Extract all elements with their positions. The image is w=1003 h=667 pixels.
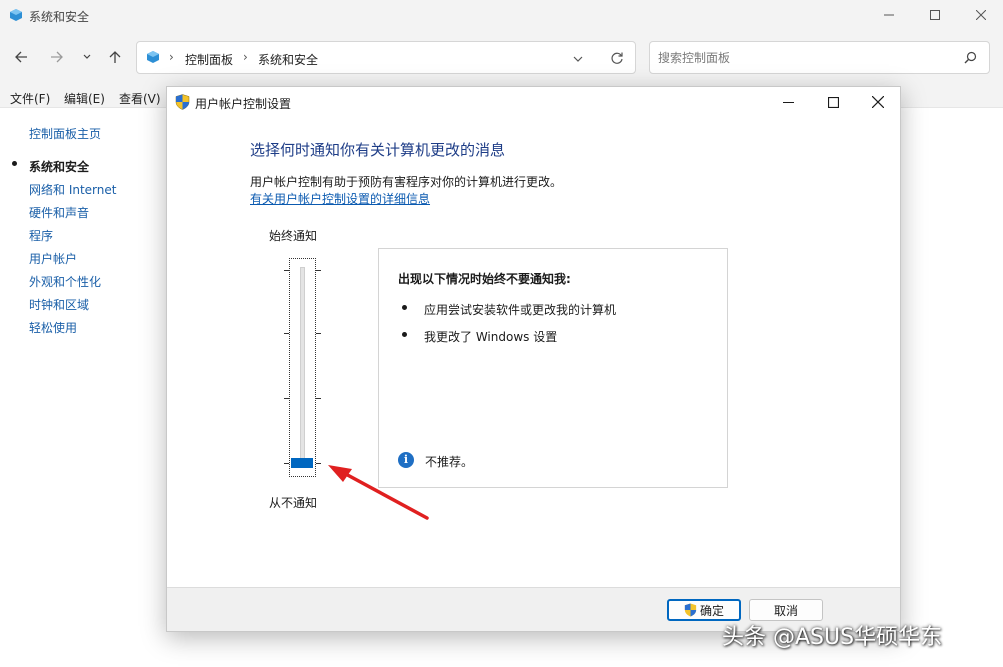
bullet-icon — [402, 305, 407, 310]
dialog-heading: 选择何时通知你有关计算机更改的消息 — [250, 141, 506, 159]
ok-button-label: 确定 — [699, 603, 724, 618]
search-input[interactable] — [658, 49, 948, 67]
slider-tick — [316, 398, 321, 399]
close-icon — [872, 96, 884, 108]
search-icon — [964, 51, 977, 64]
uac-shield-icon — [175, 94, 190, 113]
info-icon: i — [398, 452, 414, 468]
sidebar-item-home[interactable]: 控制面板主页 — [29, 125, 101, 142]
refresh-button[interactable] — [610, 51, 624, 68]
setting-description-box: 出现以下情况时始终不要通知我: 应用尝试安装软件或更改我的计算机 我更改了 Wi… — [378, 248, 728, 488]
slider-tick — [284, 333, 289, 334]
setting-title: 出现以下情况时始终不要通知我: — [398, 272, 571, 286]
arrow-right-icon — [51, 51, 63, 63]
slider-tick — [284, 398, 289, 399]
window-title: 系统和安全 — [29, 10, 90, 24]
arrow-up-icon — [109, 51, 121, 63]
not-recommended-note: 不推荐。 — [425, 455, 474, 469]
minimize-button[interactable] — [866, 0, 912, 30]
setting-item: 我更改了 Windows 设置 — [424, 330, 558, 344]
dialog-titlebar: 用户帐户控制设置 — [167, 87, 900, 117]
recent-locations-button[interactable] — [76, 46, 98, 68]
sidebar: 控制面板主页 系统和安全 网络和 Internet 硬件和声音 程序 用户帐户 … — [0, 108, 165, 667]
slider-tick — [316, 270, 321, 271]
control-panel-icon — [9, 8, 23, 25]
menu-view[interactable]: 查看(V) — [119, 90, 161, 107]
sidebar-item-clock-region[interactable]: 时钟和区域 — [29, 296, 89, 313]
dialog-title: 用户帐户控制设置 — [195, 97, 292, 111]
slider-tick — [316, 463, 321, 464]
menu-file[interactable]: 文件(F) — [10, 90, 50, 107]
breadcrumb-system-security[interactable]: 系统和安全 — [258, 51, 318, 68]
slider-tick — [284, 270, 289, 271]
ok-button[interactable]: 确定 — [667, 599, 741, 621]
breadcrumb-chevron-icon: › — [169, 50, 174, 64]
dialog-minimize-button[interactable] — [765, 87, 811, 117]
back-button[interactable] — [10, 46, 32, 68]
slider-thumb[interactable] — [291, 458, 313, 468]
maximize-icon — [930, 10, 940, 20]
breadcrumb-control-panel[interactable]: 控制面板 — [185, 51, 233, 68]
maximize-icon — [827, 96, 839, 108]
setting-item: 应用尝试安装软件或更改我的计算机 — [424, 303, 617, 317]
minimize-icon — [884, 14, 894, 16]
sidebar-item-hardware-sound[interactable]: 硬件和声音 — [29, 204, 89, 221]
maximize-button[interactable] — [912, 0, 958, 30]
chevron-down-icon — [83, 54, 91, 59]
cancel-button[interactable]: 取消 — [749, 599, 823, 621]
sidebar-item-programs[interactable]: 程序 — [29, 227, 53, 244]
arrow-left-icon — [15, 51, 27, 63]
slider-bottom-label: 从不通知 — [269, 496, 318, 510]
refresh-icon — [611, 52, 623, 64]
watermark: 头条 @ASUS华硕华东 — [722, 625, 943, 650]
uac-more-info-link[interactable]: 有关用户帐户控制设置的详细信息 — [250, 190, 430, 207]
chevron-down-icon — [573, 56, 583, 62]
breadcrumb-chevron-icon: › — [243, 50, 248, 64]
slider-top-label: 始终通知 — [269, 229, 318, 243]
cancel-button-label: 取消 — [773, 603, 798, 618]
slider-tick — [284, 463, 289, 464]
address-bar[interactable]: › 控制面板 › 系统和安全 — [136, 41, 636, 74]
window-titlebar: 系统和安全 — [0, 0, 1003, 30]
dialog-description: 用户帐户控制有助于预防有害程序对你的计算机进行更改。 — [250, 175, 563, 189]
close-button[interactable] — [958, 0, 1003, 30]
sidebar-item-appearance[interactable]: 外观和个性化 — [29, 273, 101, 290]
search-button[interactable] — [964, 51, 977, 67]
slider-tick — [316, 333, 321, 334]
slider-track[interactable] — [300, 267, 305, 467]
sidebar-item-network[interactable]: 网络和 Internet — [29, 181, 116, 198]
up-button[interactable] — [104, 46, 126, 68]
dialog-maximize-button[interactable] — [810, 87, 856, 117]
bullet-icon — [402, 332, 407, 337]
sidebar-item-user-accounts[interactable]: 用户帐户 — [29, 250, 77, 267]
close-icon — [976, 10, 986, 20]
minimize-icon — [782, 101, 794, 103]
menu-edit[interactable]: 编辑(E) — [64, 90, 105, 107]
search-box[interactable] — [649, 41, 990, 74]
address-dropdown-button[interactable] — [573, 53, 583, 67]
navigation-bar: › 控制面板 › 系统和安全 — [0, 30, 1003, 84]
sidebar-item-system-security[interactable]: 系统和安全 — [29, 158, 89, 175]
active-bullet-icon — [12, 161, 17, 166]
control-panel-icon — [146, 50, 160, 67]
sidebar-item-ease-of-access[interactable]: 轻松使用 — [29, 319, 77, 336]
uac-shield-icon — [684, 603, 697, 617]
dialog-close-button[interactable] — [855, 87, 901, 117]
forward-button[interactable] — [46, 46, 68, 68]
uac-settings-dialog: 用户帐户控制设置 选择何时通知你有关计算机更改的消息 用户帐户控制有助于预防有害… — [166, 86, 901, 632]
